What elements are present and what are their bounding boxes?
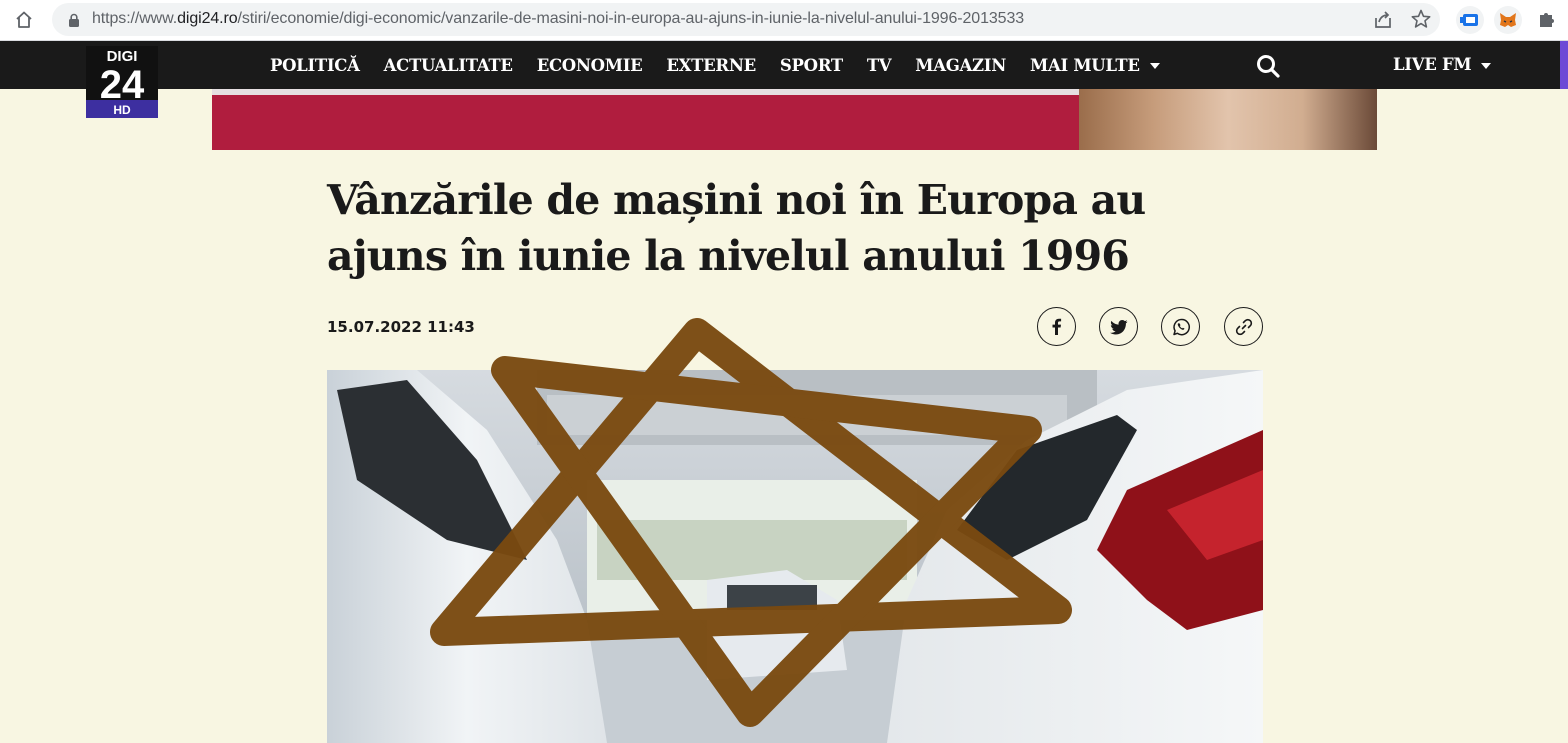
link-icon [1235,318,1252,335]
article-photo [327,370,1263,743]
extension-icon[interactable] [1456,6,1484,34]
facebook-icon [1052,318,1061,335]
nav-more-label: MAI MULTE [1030,55,1140,75]
star-icon[interactable] [1410,8,1432,30]
live-fm-label: LIVE FM [1393,55,1472,74]
share-facebook-button[interactable] [1037,307,1076,346]
chevron-down-icon [1481,62,1492,69]
nav-accent-bar [1560,41,1568,89]
share-link-button[interactable] [1224,307,1263,346]
whatsapp-icon [1172,318,1190,335]
share-whatsapp-button[interactable] [1161,307,1200,346]
nav-item-sport[interactable]: SPORT [780,56,843,75]
puzzle-icon[interactable] [1536,8,1558,30]
url-host-prefix: https://www. [92,10,178,27]
chevron-down-icon [1149,63,1160,69]
search-icon[interactable] [1255,53,1281,79]
twitter-icon [1109,319,1127,334]
middle-car-window [727,585,817,610]
home-icon[interactable] [12,8,36,32]
nav-item-magazin[interactable]: MAGAZIN [915,56,1006,75]
window-trees [597,520,907,580]
nav-item-politica[interactable]: POLITICĂ [270,56,360,75]
browser-toolbar: https://www.digi24.ro/stiri/economie/dig… [0,0,1568,41]
nav-item-actualitate[interactable]: ACTUALITATE [384,56,513,75]
article-date: 15.07.2022 11:43 [327,318,475,336]
banner-photo [1079,89,1377,150]
url-path: /stiri/economie/digi-economic/vanzarile-… [237,10,1025,27]
nav-item-economie[interactable]: ECONOMIE [537,56,643,75]
digi24-logo[interactable]: DIGI 24 HD [86,46,158,118]
ceiling-panel [547,395,1067,435]
address-bar[interactable]: https://www.digi24.ro/stiri/economie/dig… [52,3,1440,36]
article-headline: Vânzările de mașini noi în Europa au aju… [327,176,1146,280]
lock-icon[interactable] [67,13,81,27]
url-text[interactable]: https://www.digi24.ro/stiri/economie/dig… [92,10,1024,28]
live-fm-menu[interactable]: LIVE FM [1393,55,1492,74]
metamask-icon[interactable] [1494,6,1522,34]
logo-badge-text: HD [113,103,131,117]
share-icon[interactable] [1372,9,1394,31]
nav-item-tv[interactable]: TV [867,56,892,75]
nav-item-more[interactable]: MAI MULTE [1030,56,1160,75]
nav-item-externe[interactable]: EXTERNE [666,56,756,75]
url-host: digi24.ro [177,10,238,27]
ad-banner[interactable] [212,89,1377,150]
site-navbar: POLITICĂ ACTUALITATE ECONOMIE EXTERNE SP… [0,41,1568,89]
share-twitter-button[interactable] [1099,307,1138,346]
main-menu: POLITICĂ ACTUALITATE ECONOMIE EXTERNE SP… [270,41,1184,89]
logo-number-text: 24 [100,63,145,107]
